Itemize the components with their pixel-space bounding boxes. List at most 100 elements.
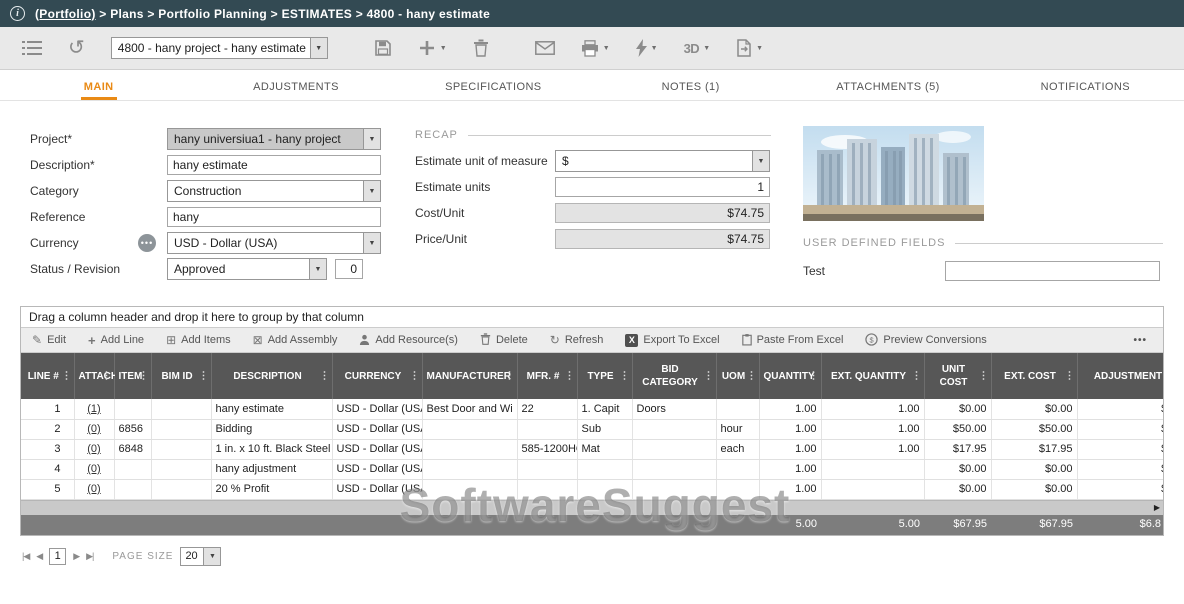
mail-icon[interactable] <box>535 41 555 55</box>
column-menu-icon[interactable]: ⋮ <box>809 370 819 383</box>
project-select[interactable]: hany universiua1 - hany project ▼ <box>167 128 381 150</box>
cell-attach-link[interactable]: (0) <box>74 439 114 459</box>
column-header[interactable]: BIM ID ⋮ <box>151 353 211 399</box>
column-menu-icon[interactable]: ⋮ <box>102 370 112 383</box>
tab-attachments[interactable]: ATTACHMENTS (5) <box>789 70 986 100</box>
print-caret-icon[interactable]: ▼ <box>603 45 610 52</box>
column-menu-icon[interactable]: ⋮ <box>505 370 515 383</box>
column-menu-icon[interactable]: ⋮ <box>747 370 757 383</box>
add-items-button[interactable]: ⊞ Add Items <box>155 328 242 352</box>
menu-list-icon[interactable] <box>22 40 42 56</box>
column-menu-icon[interactable]: ⋮ <box>410 370 420 383</box>
lightning-icon[interactable] <box>636 39 647 57</box>
chevron-down-icon[interactable]: ▼ <box>310 258 327 280</box>
column-header[interactable]: ITEM ⋮ <box>114 353 151 399</box>
add-icon[interactable] <box>418 39 436 57</box>
column-header[interactable]: EXT. QUANTITY ⋮ <box>821 353 924 399</box>
chevron-down-icon[interactable]: ▼ <box>364 180 381 202</box>
column-menu-icon[interactable]: ⋮ <box>320 370 330 383</box>
column-header[interactable]: QUANTITY ⋮ <box>759 353 821 399</box>
column-menu-icon[interactable]: ⋮ <box>139 370 149 383</box>
last-page-icon[interactable]: ▶| <box>86 551 93 562</box>
history-icon[interactable]: ↺ <box>68 38 85 58</box>
currency-select[interactable]: USD - Dollar (USA) ▼ <box>167 232 381 254</box>
add-resources-button[interactable]: Add Resource(s) <box>348 328 469 352</box>
tab-specifications[interactable]: SPECIFICATIONS <box>395 70 592 100</box>
column-menu-icon[interactable]: ⋮ <box>62 370 72 383</box>
cell-attach-link[interactable]: (0) <box>74 419 114 439</box>
grid-delete-button[interactable]: Delete <box>469 328 539 352</box>
chevron-down-icon[interactable]: ▼ <box>311 37 328 59</box>
export-icon[interactable] <box>736 39 752 57</box>
group-by-bar[interactable]: Drag a column header and drop it here to… <box>21 307 1163 328</box>
lightning-caret-icon[interactable]: ▼ <box>651 45 658 52</box>
first-page-icon[interactable]: |◀ <box>22 551 29 562</box>
tab-notifications[interactable]: NOTIFICATIONS <box>987 70 1184 100</box>
edit-button[interactable]: ✎ Edit <box>21 328 77 352</box>
add-assembly-button[interactable]: ⊠ Add Assembly <box>242 328 349 352</box>
more-options-icon[interactable]: ••• <box>1117 335 1163 346</box>
table-row[interactable]: 2 (0) 6856 Bidding USD - Dollar (USA) Su… <box>21 419 1163 439</box>
chevron-down-icon[interactable]: ▼ <box>753 150 770 172</box>
column-menu-icon[interactable]: ⋮ <box>1065 370 1075 383</box>
scroll-right-icon[interactable]: ▶ <box>1154 503 1160 512</box>
status-select[interactable]: Approved ▼ <box>167 258 327 280</box>
prev-page-icon[interactable]: ◀ <box>36 551 42 562</box>
column-header[interactable]: MFR. # ⋮ <box>517 353 577 399</box>
horizontal-scrollbar[interactable]: ▶ <box>21 500 1163 515</box>
print-icon[interactable] <box>581 40 599 57</box>
test-field[interactable] <box>945 261 1160 281</box>
refresh-button[interactable]: ↻ Refresh <box>539 328 615 352</box>
column-header[interactable]: UNIT COST ⋮ <box>924 353 991 399</box>
column-menu-icon[interactable]: ⋮ <box>620 370 630 383</box>
table-row[interactable]: 3 (0) 6848 1 in. x 10 ft. Black Steel US… <box>21 439 1163 459</box>
column-header[interactable]: DESCRIPTION ⋮ <box>211 353 332 399</box>
table-row[interactable]: 4 (0) hany adjustment USD - Dollar (USA) <box>21 459 1163 479</box>
cell-attach-link[interactable]: (0) <box>74 479 114 499</box>
estimate-selector[interactable]: 4800 - hany project - hany estimate ▼ <box>111 37 328 59</box>
category-select[interactable]: Construction ▼ <box>167 180 381 202</box>
delete-icon[interactable] <box>473 39 489 57</box>
column-menu-icon[interactable]: ⋮ <box>565 370 575 383</box>
reference-field[interactable] <box>167 207 381 227</box>
preview-conversions-button[interactable]: $ Preview Conversions <box>854 328 997 352</box>
column-menu-icon[interactable]: ⋮ <box>912 370 922 383</box>
tab-notes[interactable]: NOTES (1) <box>592 70 789 100</box>
column-header[interactable]: UOM ⋮ <box>716 353 759 399</box>
current-page-field[interactable]: 1 <box>49 548 66 565</box>
save-icon[interactable] <box>374 39 392 57</box>
breadcrumb-portfolio-link[interactable]: (Portfolio) <box>35 7 96 21</box>
column-header[interactable]: CURRENCY ⋮ <box>332 353 422 399</box>
description-field[interactable] <box>167 155 381 175</box>
3d-view-icon[interactable]: 3D <box>684 41 700 56</box>
next-page-icon[interactable]: ▶ <box>73 551 79 562</box>
chevron-down-icon[interactable]: ▼ <box>364 232 381 254</box>
column-header[interactable]: MANUFACTURER ⋮ <box>422 353 517 399</box>
export-to-excel-button[interactable]: X Export To Excel <box>614 328 730 352</box>
column-header[interactable]: BID CATEGORY ⋮ <box>632 353 716 399</box>
column-header[interactable]: ADJUSTMENT ⋮ <box>1077 353 1163 399</box>
export-caret-icon[interactable]: ▼ <box>756 45 763 52</box>
revision-field[interactable] <box>335 259 363 279</box>
estimate-units-field[interactable] <box>555 177 770 197</box>
column-menu-icon[interactable]: ⋮ <box>979 370 989 383</box>
info-icon[interactable]: i <box>10 6 25 21</box>
chevron-down-icon[interactable]: ▼ <box>204 547 221 566</box>
chevron-down-icon[interactable]: ▼ <box>364 128 381 150</box>
cell-attach-link[interactable]: (0) <box>74 459 114 479</box>
add-caret-icon[interactable]: ▼ <box>440 45 447 52</box>
currency-options-icon[interactable]: ••• <box>138 234 156 252</box>
column-menu-icon[interactable]: ⋮ <box>704 370 714 383</box>
tab-adjustments[interactable]: ADJUSTMENTS <box>197 70 394 100</box>
paste-from-excel-button[interactable]: Paste From Excel <box>731 328 855 352</box>
add-line-button[interactable]: + Add Line <box>77 328 155 352</box>
column-menu-icon[interactable]: ⋮ <box>199 370 209 383</box>
column-header[interactable]: TYPE ⋮ <box>577 353 632 399</box>
cell-attach-link[interactable]: (1) <box>74 399 114 419</box>
3d-caret-icon[interactable]: ▼ <box>703 45 710 52</box>
tab-main[interactable]: MAIN <box>0 70 197 100</box>
estimate-uom-select[interactable]: $ ▼ <box>555 150 770 172</box>
column-header[interactable]: ATTACH. ⋮ <box>74 353 114 399</box>
column-header[interactable]: LINE # ⋮ <box>21 353 74 399</box>
table-row[interactable]: 5 (0) 20 % Profit USD - Dollar (USA) 1. <box>21 479 1163 499</box>
